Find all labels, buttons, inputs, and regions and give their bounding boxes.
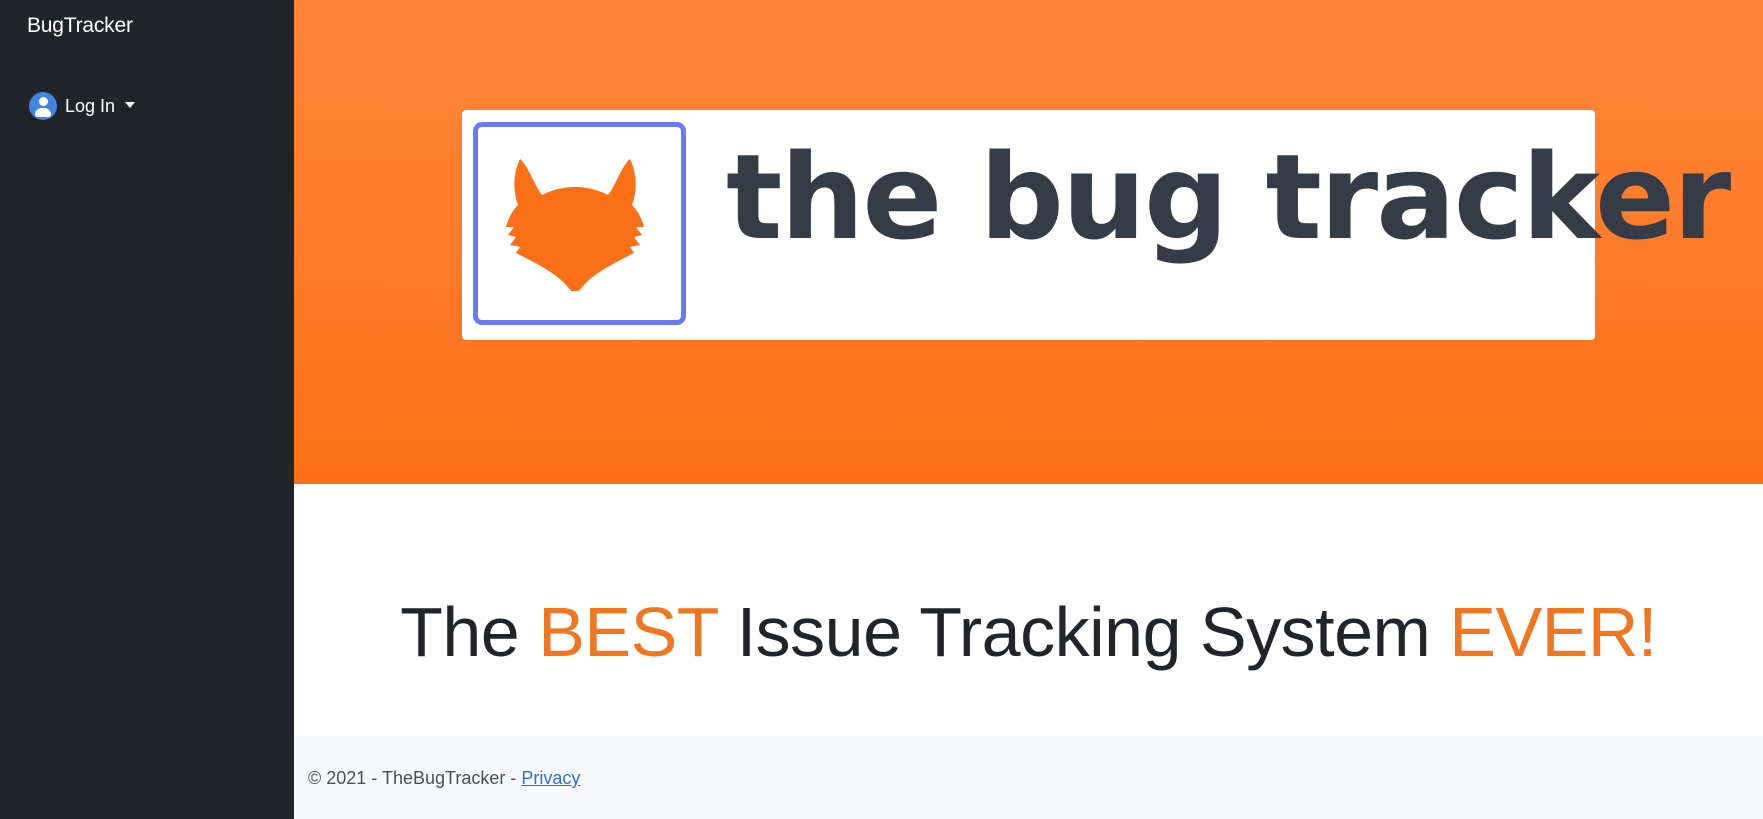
tagline-accent-ever: EVER! bbox=[1449, 592, 1657, 671]
login-dropdown-toggle[interactable]: Log In bbox=[29, 91, 136, 121]
brand-link[interactable]: BugTracker bbox=[27, 14, 133, 38]
tagline-accent-best: BEST bbox=[538, 592, 718, 671]
app-window: BugTracker Log In the bug tracker The BE… bbox=[0, 0, 1763, 819]
main-content: the bug tracker The BEST Issue Tracking … bbox=[294, 0, 1763, 819]
login-label: Log In bbox=[65, 95, 116, 116]
hero-banner: the bug tracker bbox=[294, 0, 1763, 484]
caret-down-icon bbox=[125, 102, 136, 108]
footer-copyright: © 2021 - TheBugTracker - bbox=[308, 768, 522, 788]
tagline-part-2: Issue Tracking System bbox=[736, 592, 1431, 671]
logo-wordmark: the bug tracker bbox=[726, 128, 1731, 266]
logo-banner: the bug tracker bbox=[462, 110, 1731, 340]
sidebar: BugTracker Log In bbox=[0, 0, 294, 819]
privacy-link[interactable]: Privacy bbox=[521, 768, 580, 788]
tagline-part-1: The bbox=[400, 592, 520, 671]
footer-text: © 2021 - TheBugTracker - Privacy bbox=[308, 768, 580, 789]
logo-icon-frame bbox=[473, 122, 686, 325]
footer: © 2021 - TheBugTracker - Privacy bbox=[294, 736, 1763, 819]
user-circle-icon bbox=[29, 92, 57, 120]
fox-head-icon bbox=[506, 159, 644, 291]
tagline: The BEST Issue Tracking System EVER! bbox=[294, 592, 1763, 672]
